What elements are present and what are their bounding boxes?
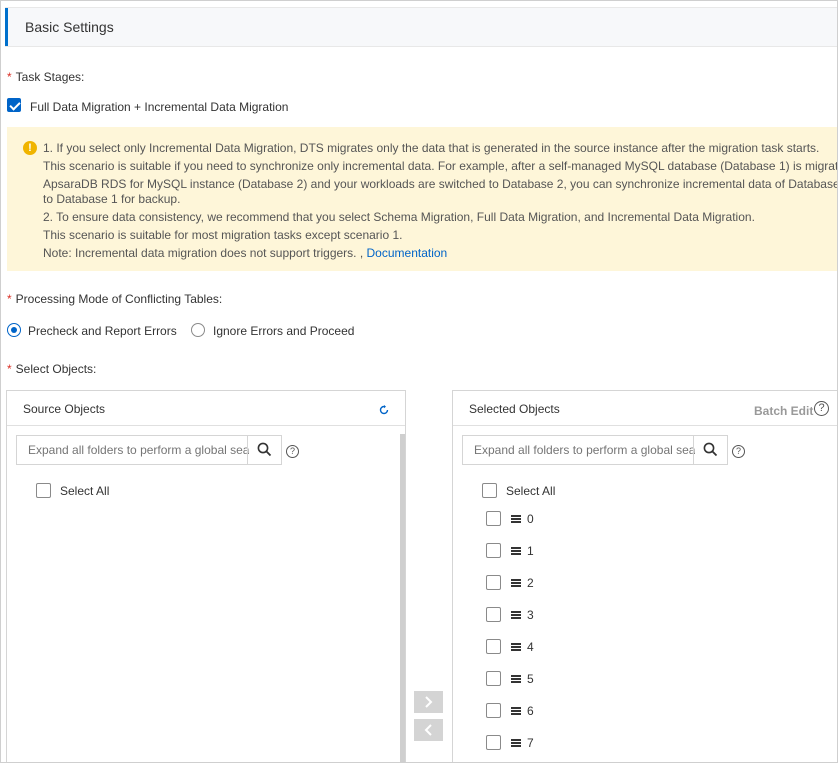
search-icon: [703, 442, 718, 457]
notice-note-text: Note: Incremental data migration does no…: [43, 246, 364, 260]
section-header: Basic Settings: [5, 7, 837, 47]
item-checkbox[interactable]: [486, 703, 501, 718]
notice-line: ApsaraDB RDS for MySQL instance (Databas…: [43, 177, 838, 191]
help-icon[interactable]: ?: [286, 445, 299, 458]
source-search-input[interactable]: [17, 436, 249, 464]
move-left-button[interactable]: [414, 719, 443, 741]
batch-edit-button[interactable]: Batch Edit: [754, 404, 813, 418]
task-stages-label-text: Task Stages:: [15, 70, 85, 84]
chevron-right-icon: [425, 696, 433, 708]
database-icon: [511, 579, 521, 588]
selected-select-all-label: Select All: [506, 484, 556, 498]
source-search-box: [16, 435, 282, 465]
item-label: 2: [527, 576, 534, 590]
notice-note: Note: Incremental data migration does no…: [43, 246, 447, 260]
task-stages-label: * Task Stages:: [7, 70, 84, 84]
task-stage-checkbox[interactable]: [7, 98, 21, 112]
database-icon: [511, 515, 521, 524]
source-scrollbar[interactable]: [400, 434, 405, 762]
notice-line: This scenario is suitable if you need to…: [43, 159, 838, 173]
database-icon: [511, 643, 521, 652]
radio-precheck[interactable]: [7, 323, 21, 337]
notice-line: This scenario is suitable for most migra…: [43, 228, 403, 242]
selected-select-all-checkbox[interactable]: [482, 483, 497, 498]
notice-line: to Database 1 for backup.: [43, 192, 181, 206]
selected-panel-title: Selected Objects: [469, 402, 560, 416]
item-checkbox[interactable]: [486, 671, 501, 686]
select-objects-label-text: Select Objects:: [15, 362, 97, 376]
source-select-all-checkbox[interactable]: [36, 483, 51, 498]
item-checkbox[interactable]: [486, 575, 501, 590]
item-label: 0: [527, 512, 534, 526]
search-icon: [257, 442, 272, 457]
required-marker: *: [7, 292, 12, 306]
source-panel-header: Source Objects: [7, 391, 405, 426]
database-icon: [511, 547, 521, 556]
radio-precheck-label[interactable]: Precheck and Report Errors: [28, 324, 177, 338]
selected-search-button[interactable]: [693, 436, 727, 464]
required-marker: *: [7, 70, 12, 84]
conflict-mode-label-text: Processing Mode of Conflicting Tables:: [15, 292, 223, 306]
refresh-icon[interactable]: [379, 405, 389, 415]
section-title: Basic Settings: [25, 19, 114, 35]
notice-line: 2. To ensure data consistency, we recomm…: [43, 210, 755, 224]
documentation-link[interactable]: Documentation: [367, 246, 448, 260]
item-checkbox[interactable]: [486, 543, 501, 558]
item-label: 6: [527, 704, 534, 718]
database-icon: [511, 707, 521, 716]
section-accent-bar: [5, 8, 8, 46]
notice-line: 1. If you select only Incremental Data M…: [43, 141, 820, 155]
item-label: 4: [527, 640, 534, 654]
item-label: 1: [527, 544, 534, 558]
item-checkbox[interactable]: [486, 735, 501, 750]
source-search-button[interactable]: [247, 436, 281, 464]
item-checkbox[interactable]: [486, 607, 501, 622]
database-icon: [511, 675, 521, 684]
batch-edit-help-icon[interactable]: ?: [814, 401, 829, 416]
selected-search-box: [462, 435, 728, 465]
select-objects-label: * Select Objects:: [7, 362, 96, 376]
item-label: 3: [527, 608, 534, 622]
move-right-button[interactable]: [414, 691, 443, 713]
item-checkbox[interactable]: [486, 639, 501, 654]
item-checkbox[interactable]: [486, 511, 501, 526]
warning-icon: !: [23, 141, 37, 155]
item-label: 7: [527, 736, 534, 750]
conflict-mode-label: * Processing Mode of Conflicting Tables:: [7, 292, 222, 306]
selected-objects-panel: Selected Objects Batch Edit ? ? Select A…: [452, 390, 837, 762]
source-objects-panel: Source Objects ? Select All: [6, 390, 406, 762]
database-icon: [511, 611, 521, 620]
radio-ignore-errors[interactable]: [191, 323, 205, 337]
app-frame: Basic Settings * Task Stages: Full Data M…: [0, 0, 838, 763]
info-notice: ! 1. If you select only Incremental Data…: [7, 127, 838, 271]
selected-search-input[interactable]: [463, 436, 695, 464]
task-stage-option: Full Data Migration + Incremental Data M…: [30, 100, 289, 114]
help-icon[interactable]: ?: [732, 445, 745, 458]
database-icon: [511, 739, 521, 748]
source-panel-title: Source Objects: [23, 402, 106, 416]
chevron-left-icon: [424, 724, 432, 736]
radio-ignore-errors-label[interactable]: Ignore Errors and Proceed: [213, 324, 354, 338]
source-select-all-label: Select All: [60, 484, 110, 498]
required-marker: *: [7, 362, 12, 376]
selected-panel-header: Selected Objects Batch Edit ?: [453, 391, 837, 426]
item-label: 5: [527, 672, 534, 686]
